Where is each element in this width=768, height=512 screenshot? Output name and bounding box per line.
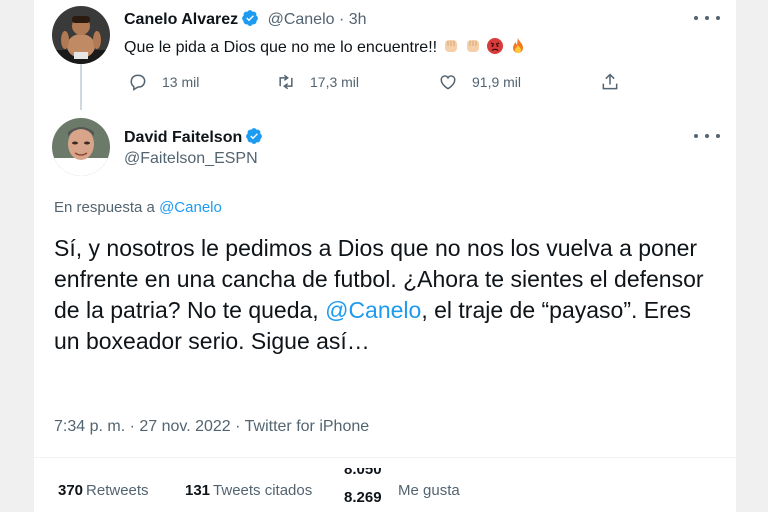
canelo-handle[interactable]: @Canelo — [268, 11, 335, 28]
canelo-header: Canelo Alvarez @Canelo · 3h — [124, 9, 367, 29]
share-action[interactable] — [600, 72, 634, 92]
canelo-name[interactable]: Canelo Alvarez — [124, 11, 238, 28]
share-icon — [602, 73, 618, 90]
canelo-tweet-body: Que le pida a Dios que no me lo encuentr… — [124, 37, 527, 60]
faitelson-avatar[interactable] — [52, 118, 110, 176]
likes-count-new: 8.269 — [344, 489, 382, 506]
retweet-action[interactable]: 17,3 mil — [276, 72, 359, 92]
faitelson-tweet-text: Sí, y nosotros le pedimos a Dios que no … — [54, 233, 714, 357]
reply-icon — [130, 74, 146, 91]
fire-emoji-icon — [509, 37, 527, 60]
tweet-card: Canelo Alvarez @Canelo · 3h Que le pida … — [34, 0, 736, 512]
angry-face-emoji-icon — [486, 37, 504, 60]
more-options-icon[interactable] — [694, 131, 720, 141]
retweet-icon — [279, 74, 293, 90]
fist-emoji-icon — [464, 37, 482, 60]
retweets-stat[interactable]: 370 Retweets — [58, 482, 149, 499]
reply-count: 13 mil — [162, 74, 200, 90]
likes-count-old: 8.050 — [344, 468, 382, 478]
retweets-stat-label: Retweets — [86, 482, 149, 499]
canelo-avatar[interactable] — [52, 6, 110, 64]
like-count: 91,9 mil — [472, 74, 522, 90]
verified-badge-icon — [245, 127, 263, 145]
reply-action[interactable]: 13 mil — [128, 72, 199, 92]
quotes-stat-count: 131 — [185, 482, 211, 499]
thread-connector-line — [80, 64, 82, 110]
heart-icon — [440, 75, 456, 90]
retweet-count: 17,3 mil — [310, 74, 360, 90]
tweet-time[interactable]: 3h — [349, 11, 367, 28]
faitelson-handle[interactable]: @Faitelson_ESPN — [124, 150, 258, 168]
more-options-icon[interactable] — [694, 13, 720, 23]
faitelson-header: David Faitelson — [124, 127, 263, 147]
reply-to-label: En respuesta a — [54, 199, 155, 216]
fist-emoji-icon — [442, 37, 460, 60]
likes-stat-count-animated[interactable]: 8.050 8.269 — [344, 468, 396, 510]
verified-badge-icon — [241, 9, 259, 27]
header-separator: · — [338, 11, 345, 28]
canelo-tweet-text: Que le pida a Dios que no me lo encuentr… — [124, 39, 442, 56]
quotes-stat-label: Tweets citados — [213, 482, 313, 499]
like-action[interactable]: 91,9 mil — [438, 72, 521, 92]
quotes-stat[interactable]: 131 Tweets citados — [185, 482, 312, 499]
mention-link[interactable]: @Canelo — [325, 297, 421, 323]
divider — [34, 457, 736, 458]
tweet-timestamp[interactable]: 7:34 p. m. · 27 nov. 2022 · Twitter for … — [54, 418, 369, 436]
reply-context: En respuesta a @Canelo — [54, 199, 222, 216]
likes-stat-label[interactable]: Me gusta — [398, 482, 460, 499]
retweets-stat-count: 370 — [58, 482, 84, 499]
faitelson-name[interactable]: David Faitelson — [124, 129, 242, 146]
reply-to-handle-link[interactable]: @Canelo — [159, 199, 222, 216]
